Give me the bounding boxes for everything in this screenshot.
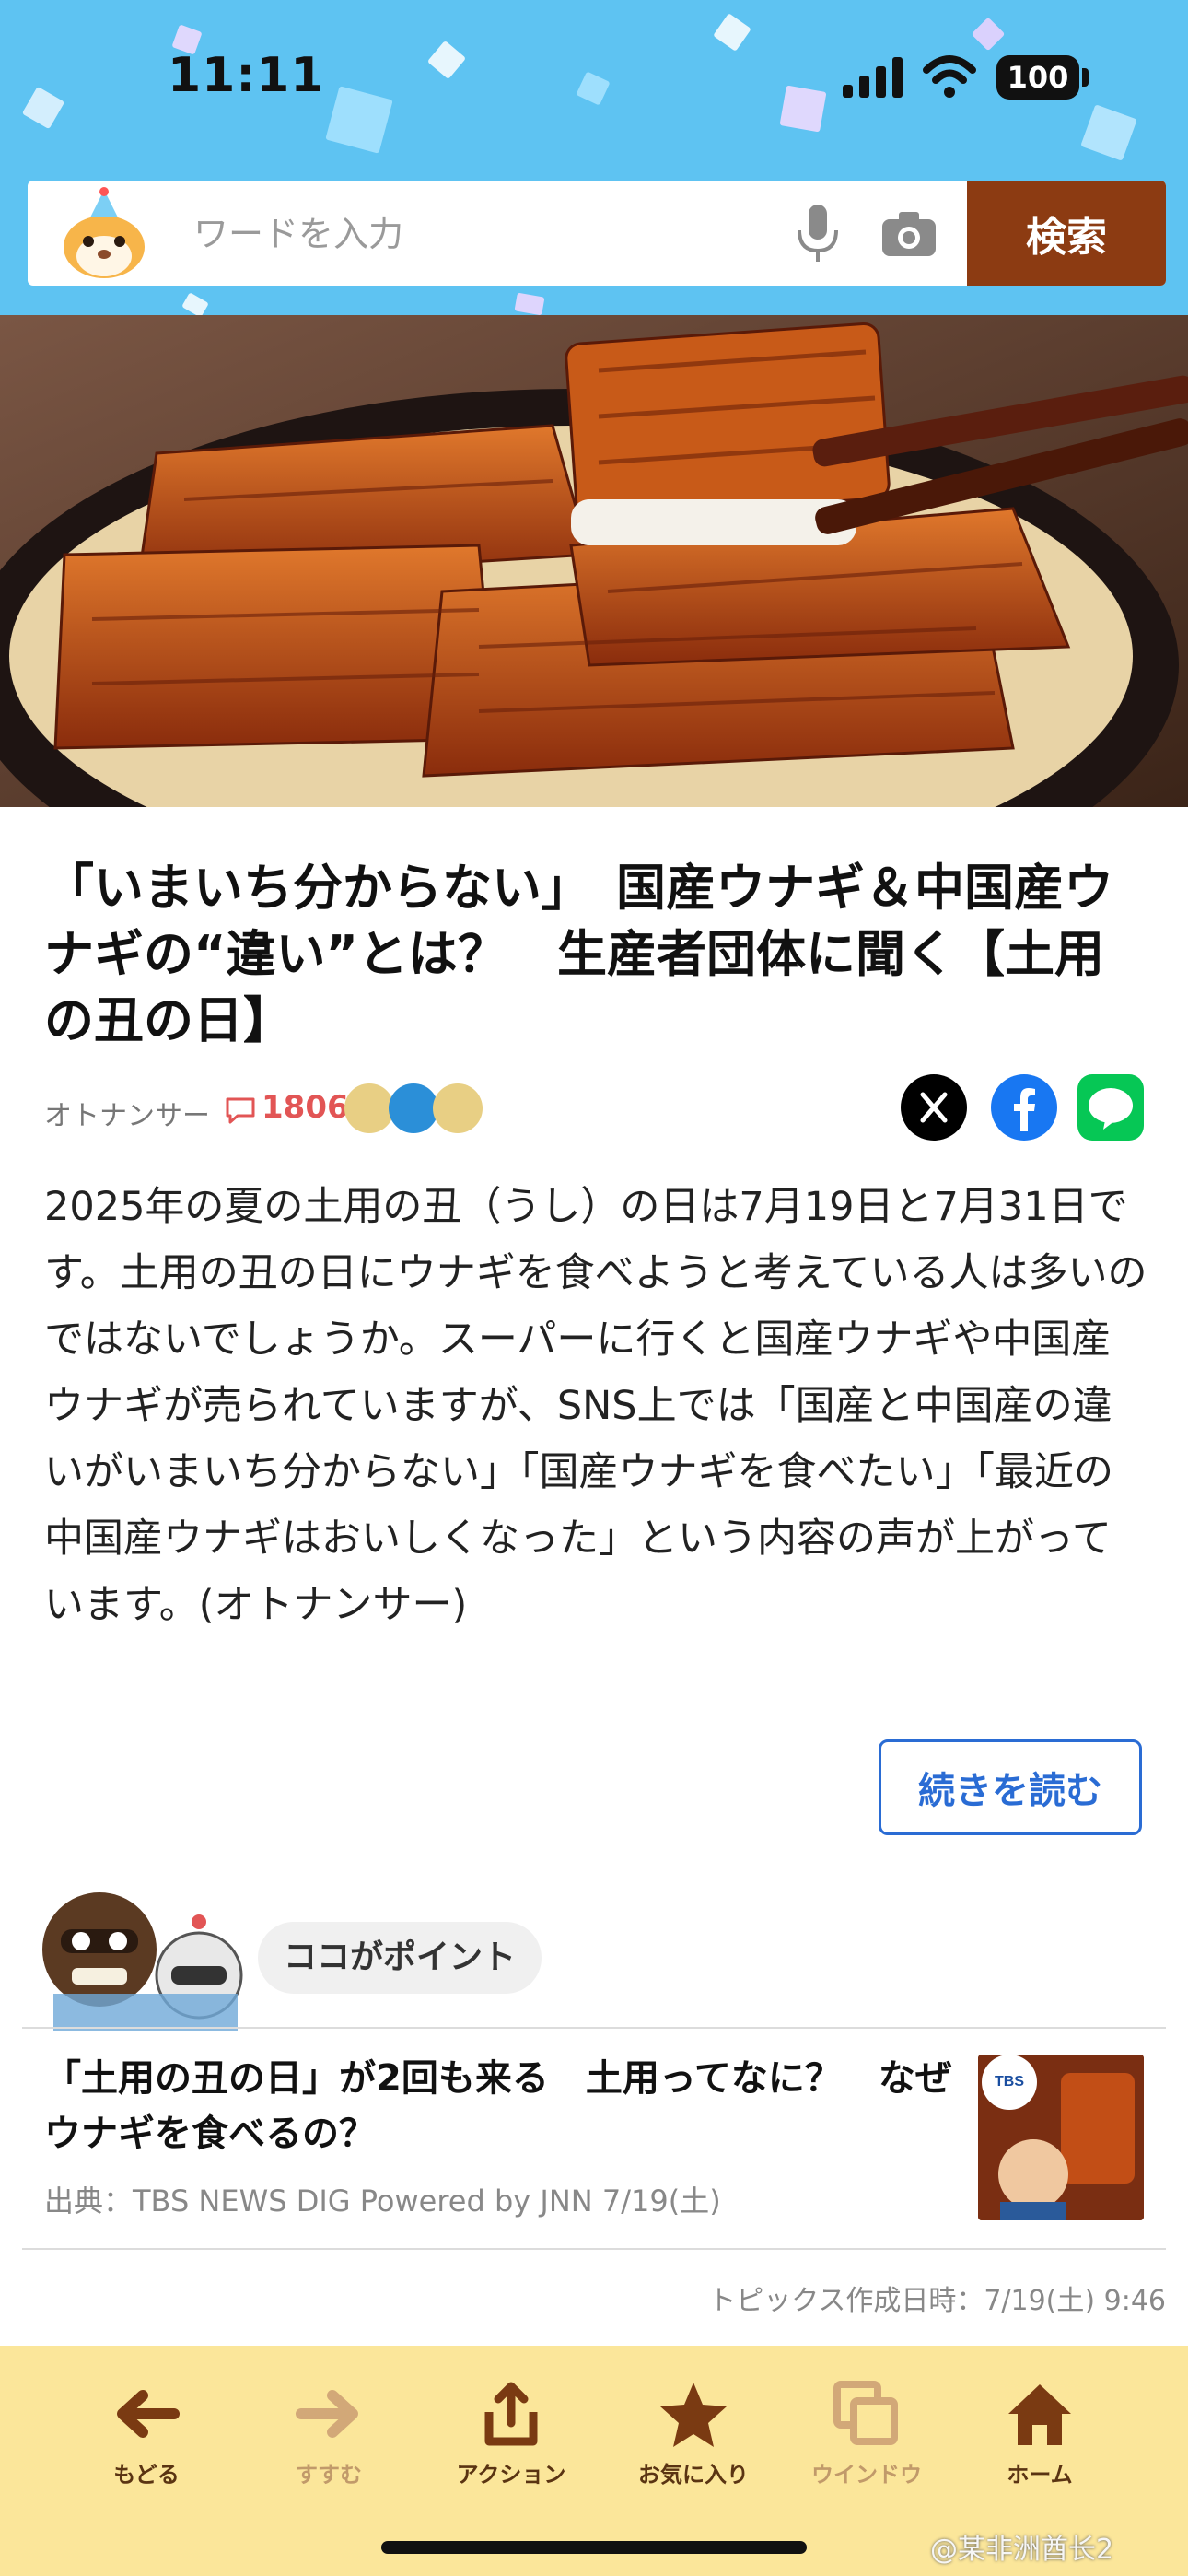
related-article-thumbnail[interactable]: TBS <box>978 2055 1144 2220</box>
confetti-decoration <box>514 292 545 315</box>
thumbnail-logo-text: TBS <box>995 2074 1024 2090</box>
toolbar-label: すすむ <box>296 2462 362 2488</box>
article-meta: オトナンサー 1806 <box>44 1074 1149 1142</box>
share-line-button[interactable] <box>1077 1074 1144 1141</box>
toolbar-label: もどる <box>113 2462 180 2488</box>
point-label: ココがポイント <box>258 1922 542 1994</box>
header: 11:11 100 検索 <box>0 0 1188 315</box>
share-icon <box>484 2382 538 2446</box>
camera-icon[interactable] <box>880 206 938 260</box>
arrow-right-icon <box>296 2390 358 2438</box>
read-more-button[interactable]: 続きを読む <box>879 1739 1142 1835</box>
confetti-decoration <box>779 85 827 133</box>
status-time: 11:11 <box>168 48 325 103</box>
search-input[interactable] <box>192 199 803 269</box>
toolbar-back-button[interactable]: もどる <box>68 2377 225 2515</box>
share-x-button[interactable] <box>901 1074 967 1141</box>
home-icon <box>1008 2384 1071 2445</box>
window-icon <box>833 2381 898 2445</box>
topic-created-date: トピックス作成日時：7/19(土) 9:46 <box>708 2285 1166 2317</box>
star-icon <box>660 2383 727 2447</box>
search-button[interactable]: 検索 <box>967 181 1166 286</box>
search-bar: 検索 <box>28 181 1166 286</box>
reaction-user-icon <box>389 1083 438 1133</box>
toolbar-home-button[interactable]: ホーム <box>961 2377 1118 2515</box>
wifi-icon <box>923 55 976 98</box>
toolbar-label: アクション <box>456 2462 566 2488</box>
comment-icon[interactable] <box>225 1096 256 1124</box>
x-logo-icon <box>920 1092 948 1123</box>
confetti-decoration <box>325 86 393 154</box>
watermark: @某非洲酋长2 <box>930 2534 1114 2566</box>
point-mascot-characters-icon <box>42 1892 243 2031</box>
confetti-decoration <box>713 13 751 52</box>
reaction-face-icon <box>344 1083 394 1133</box>
cellular-signal-icon <box>843 57 905 98</box>
confetti-decoration <box>576 71 611 106</box>
reaction-faces[interactable] <box>344 1083 501 1139</box>
toolbar-label: お気に入り <box>638 2462 749 2488</box>
toolbar-forward-button[interactable]: すすむ <box>250 2377 407 2515</box>
home-indicator[interactable] <box>381 2541 807 2554</box>
divider <box>22 2027 1166 2029</box>
article-source[interactable]: オトナンサー <box>44 1093 210 1133</box>
toolbar-window-button[interactable]: ウインドウ <box>788 2377 945 2515</box>
battery-indicator: 100 <box>996 55 1079 100</box>
related-article-source: 出典：TBS NEWS DIG Powered by JNN 7/19(土) <box>44 2184 721 2219</box>
article-lead: 2025年の夏の土用の丑（うし）の日は7月19日と7月31日です。土用の丑の日に… <box>44 1184 1147 1628</box>
toolbar-label: ウインドウ <box>811 2462 922 2488</box>
confetti-decoration <box>426 40 467 80</box>
related-article-title[interactable]: 「土用の丑の日」が2回も来る 土用ってなに？ なぜウナギを食べるの？ <box>44 2051 956 2161</box>
reaction-face-icon <box>433 1083 483 1133</box>
confetti-decoration <box>971 17 1006 52</box>
toolbar-action-button[interactable]: アクション <box>433 2377 589 2515</box>
arrow-left-icon <box>117 2390 180 2438</box>
line-logo-icon <box>1089 1088 1133 1130</box>
share-facebook-button[interactable] <box>991 1074 1057 1141</box>
toolbar-favorite-button[interactable]: お気に入り <box>615 2377 772 2515</box>
confetti-decoration <box>181 292 209 315</box>
battery-nub <box>1082 68 1089 87</box>
article-headline[interactable]: 「いまいち分からない」 国産ウナギ＆中国産ウナギの“違い”とは？ 生産者団体に聞… <box>44 855 1149 1054</box>
microphone-icon[interactable] <box>792 203 844 265</box>
confetti-decoration <box>1080 104 1137 161</box>
toolbar-label: ホーム <box>1007 2462 1073 2488</box>
mascot-logo-icon <box>64 187 145 278</box>
facebook-logo-icon <box>1014 1088 1035 1131</box>
unagi-bowl-image[interactable] <box>0 315 1188 807</box>
related-article-thumbnail-image: TBS <box>978 2055 1144 2220</box>
confetti-decoration <box>21 86 65 130</box>
comment-count[interactable]: 1806 <box>262 1089 349 1126</box>
divider <box>22 2248 1166 2250</box>
